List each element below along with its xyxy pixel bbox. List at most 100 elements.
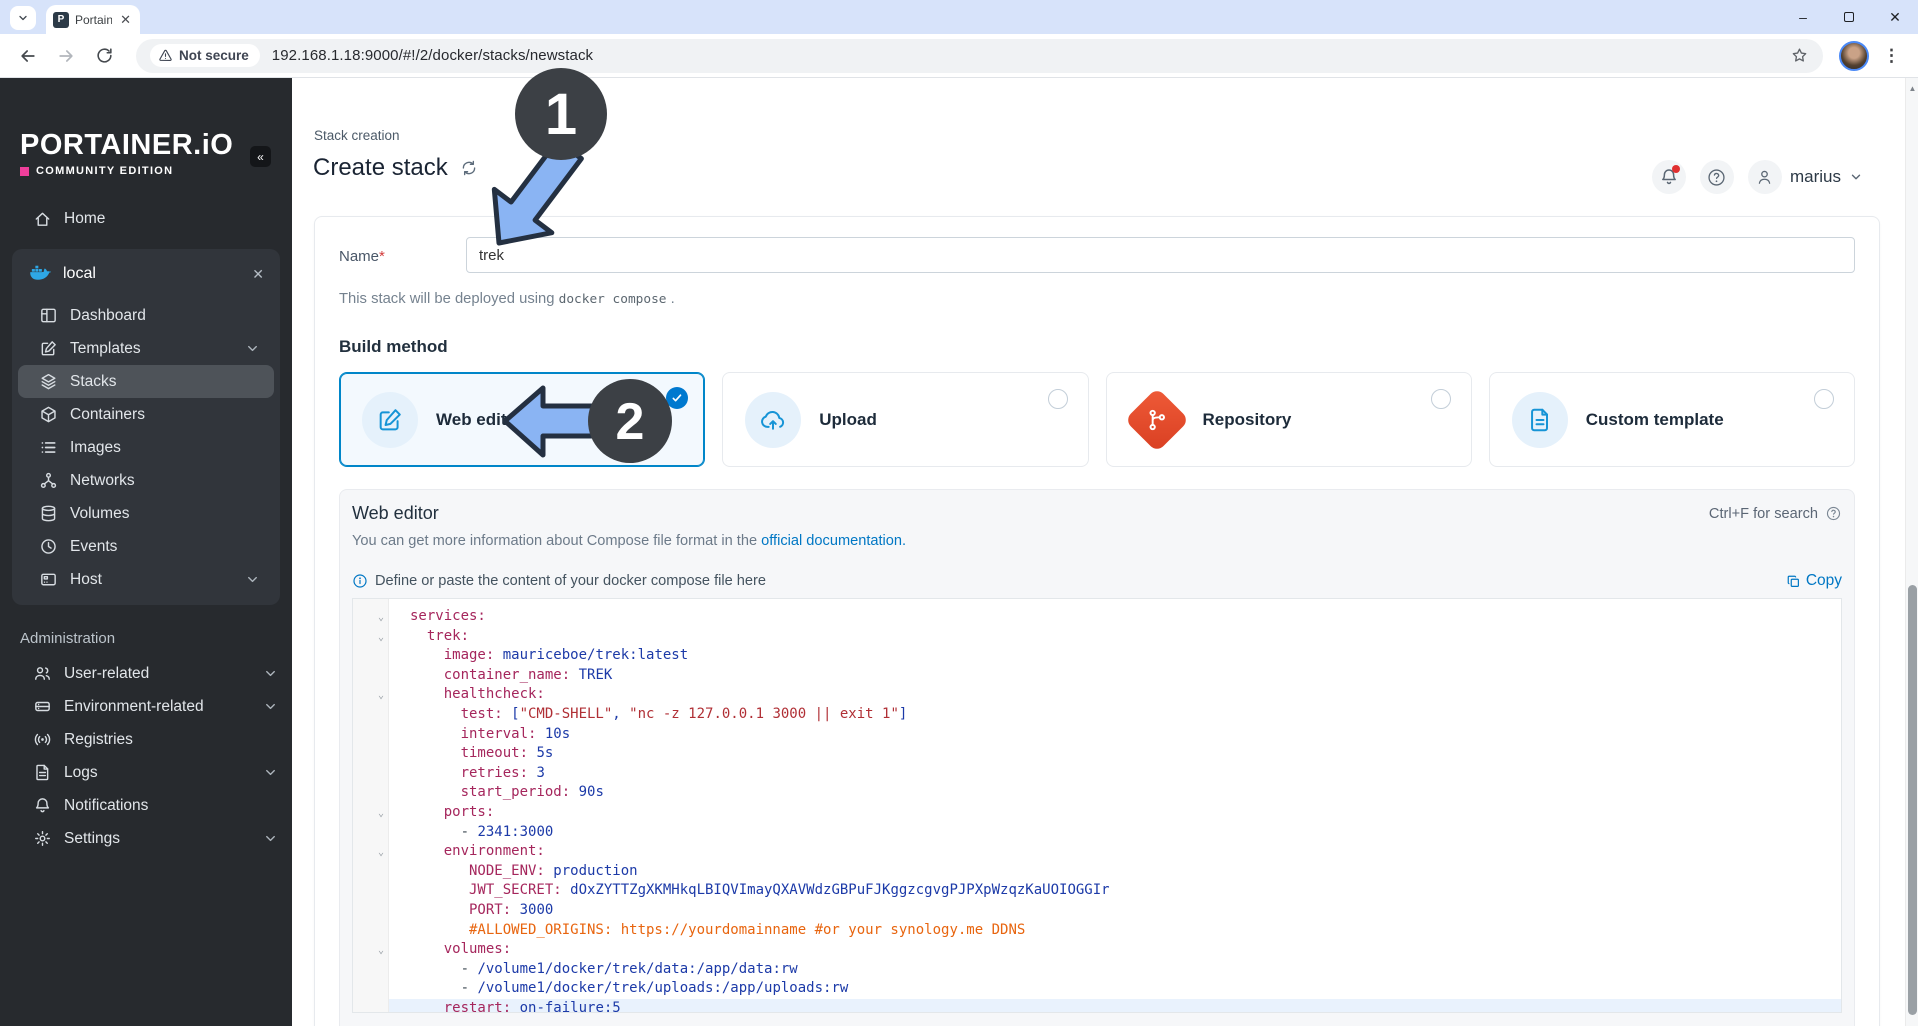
- build-method-label: Web editor: [436, 409, 524, 429]
- code-line: 2⌄ trek:: [353, 626, 1841, 648]
- build-method-upload[interactable]: Upload: [722, 372, 1089, 467]
- network-icon: [39, 471, 58, 490]
- refresh-icon[interactable]: [460, 159, 478, 177]
- not-secure-chip[interactable]: Not secure: [150, 44, 260, 67]
- fold-arrow-icon[interactable]: ⌄: [376, 608, 386, 628]
- sidebar-item-templates[interactable]: Templates: [18, 332, 274, 365]
- sidebar-item-notifications[interactable]: Notifications: [0, 789, 292, 822]
- page-scrollbar[interactable]: ▲: [1905, 78, 1918, 1026]
- code-line: 19 - /volume1/docker/trek/data:/app/data…: [353, 959, 1841, 980]
- build-method-custom-template[interactable]: Custom template: [1488, 372, 1855, 467]
- sidebar-item-host[interactable]: Host: [18, 563, 274, 596]
- sidebar-item-environment-related[interactable]: Environment-related: [0, 690, 292, 723]
- breadcrumb[interactable]: Stack creation: [314, 128, 400, 143]
- server-icon: [33, 697, 52, 716]
- copy-button[interactable]: Copy: [1786, 572, 1842, 590]
- sidebar-item-dashboard[interactable]: Dashboard: [18, 299, 274, 332]
- web-editor-panel: Web editor Ctrl+F for search You can get…: [339, 489, 1855, 1026]
- portainer-favicon: P: [53, 11, 69, 28]
- required-asterisk: *: [379, 247, 385, 265]
- scrollbar-thumb[interactable]: [1908, 585, 1917, 1015]
- chevron-down-icon: [263, 831, 278, 846]
- sidebar-item-containers[interactable]: Containers: [18, 398, 274, 431]
- file-text-icon: [33, 763, 52, 782]
- fold-arrow-icon[interactable]: ⌄: [376, 804, 386, 824]
- user-menu[interactable]: marius: [1747, 160, 1863, 194]
- reload-button[interactable]: [88, 40, 120, 72]
- bookmark-star-icon[interactable]: [1790, 46, 1809, 65]
- sidebar-item-networks[interactable]: Networks: [18, 464, 274, 497]
- copy-icon: [1787, 575, 1799, 587]
- fold-arrow-icon[interactable]: ⌄: [376, 628, 386, 648]
- sidebar-item-label: Dashboard: [70, 306, 146, 324]
- code-line: 3 image: mauriceboe/trek:latest: [353, 646, 1841, 666]
- web-editor-title: Web editor: [352, 503, 439, 523]
- broadcast-icon: [33, 730, 52, 749]
- compose-info-text: You can get more information about Compo…: [352, 533, 907, 549]
- browser-menu-icon[interactable]: ⋮: [1877, 46, 1906, 66]
- fold-arrow-icon[interactable]: ⌄: [376, 843, 386, 863]
- notifications-bell-icon[interactable]: [1651, 160, 1686, 194]
- administration-section-title: Administration: [20, 630, 116, 647]
- compose-editor[interactable]: 1⌄services:2⌄ trek:3 image: mauriceboe/t…: [352, 598, 1842, 1013]
- code-line: 7 interval: 10s: [353, 724, 1841, 745]
- sidebar-collapse-button[interactable]: «: [250, 146, 271, 167]
- sidebar-item-events[interactable]: Events: [18, 530, 274, 563]
- browser-profile-avatar[interactable]: [1839, 40, 1869, 71]
- chevron-down-icon: [263, 699, 278, 714]
- environment-close-icon[interactable]: ✕: [252, 266, 264, 283]
- window-minimize-button[interactable]: –: [1780, 0, 1826, 34]
- back-button[interactable]: [12, 40, 44, 72]
- environment-block: local ✕ Dashboard Templates Stacks Containe…: [12, 249, 280, 605]
- deploy-method-code: docker compose: [558, 292, 667, 307]
- sidebar-item-label: Logs: [64, 763, 98, 781]
- official-documentation-link[interactable]: official documentation.: [761, 533, 906, 549]
- list-icon: [39, 438, 58, 457]
- fold-arrow-icon[interactable]: ⌄: [376, 941, 386, 961]
- docker-whale-icon: [29, 261, 52, 288]
- sidebar-item-logs[interactable]: Logs: [0, 756, 292, 789]
- sidebar-item-label: Registries: [64, 730, 133, 748]
- address-bar[interactable]: Not secure 192.168.1.18:9000/#!/2/docker…: [136, 38, 1823, 73]
- sidebar-item-images[interactable]: Images: [18, 431, 274, 464]
- code-line: 9 retries: 3: [353, 763, 1841, 784]
- edit-icon: [39, 339, 58, 358]
- radio-button-icon[interactable]: [1814, 389, 1834, 409]
- scrollbar-up-arrow[interactable]: ▲: [1906, 84, 1918, 93]
- window-close-button[interactable]: ✕: [1872, 0, 1918, 34]
- sidebar-item-settings[interactable]: Settings: [0, 822, 292, 855]
- database-icon: [39, 504, 58, 523]
- sidebar-item-registries[interactable]: Registries: [0, 723, 292, 756]
- browser-tab[interactable]: P Portaine ✕: [46, 5, 140, 34]
- build-method-web-editor[interactable]: Web editor: [339, 372, 706, 467]
- tab-title: Portaine: [75, 12, 113, 27]
- build-method-repository[interactable]: Repository: [1105, 372, 1472, 467]
- environment-header-local[interactable]: local ✕: [12, 249, 280, 299]
- stack-creation-card: Name* This stack will be deployed using …: [314, 216, 1880, 1026]
- sidebar-item-user-related[interactable]: User-related: [0, 657, 292, 690]
- selected-check-icon: [666, 387, 689, 409]
- forward-button[interactable]: [50, 40, 82, 72]
- sidebar-item-label: Events: [70, 537, 118, 555]
- sidebar-item-home[interactable]: Home: [0, 199, 292, 239]
- stack-name-input[interactable]: [466, 237, 1855, 273]
- name-field-label: Name*: [339, 247, 385, 265]
- radio-button-icon[interactable]: [1430, 389, 1451, 409]
- notification-dot: [1671, 165, 1680, 173]
- tab-close-icon[interactable]: ✕: [118, 12, 133, 28]
- tab-strip-chevron[interactable]: [10, 6, 36, 30]
- help-icon[interactable]: [1699, 160, 1734, 194]
- dashboard-icon: [39, 306, 58, 325]
- sidebar-item-volumes[interactable]: Volumes: [18, 497, 274, 530]
- user-icon: [1747, 160, 1782, 194]
- sidebar-item-label: Environment-related: [64, 697, 204, 715]
- code-line: 17 #ALLOWED_ORIGINS: https://yourdomainn…: [353, 920, 1841, 941]
- home-icon: [33, 210, 52, 229]
- clock-icon: [39, 537, 58, 556]
- maximize-icon: [1844, 12, 1854, 22]
- window-maximize-button[interactable]: [1826, 0, 1872, 34]
- sidebar-item-stacks[interactable]: Stacks: [18, 365, 274, 398]
- fold-arrow-icon[interactable]: ⌄: [376, 686, 386, 706]
- radio-button-icon[interactable]: [1047, 389, 1068, 409]
- code-line: 16 PORT: 3000: [353, 900, 1841, 921]
